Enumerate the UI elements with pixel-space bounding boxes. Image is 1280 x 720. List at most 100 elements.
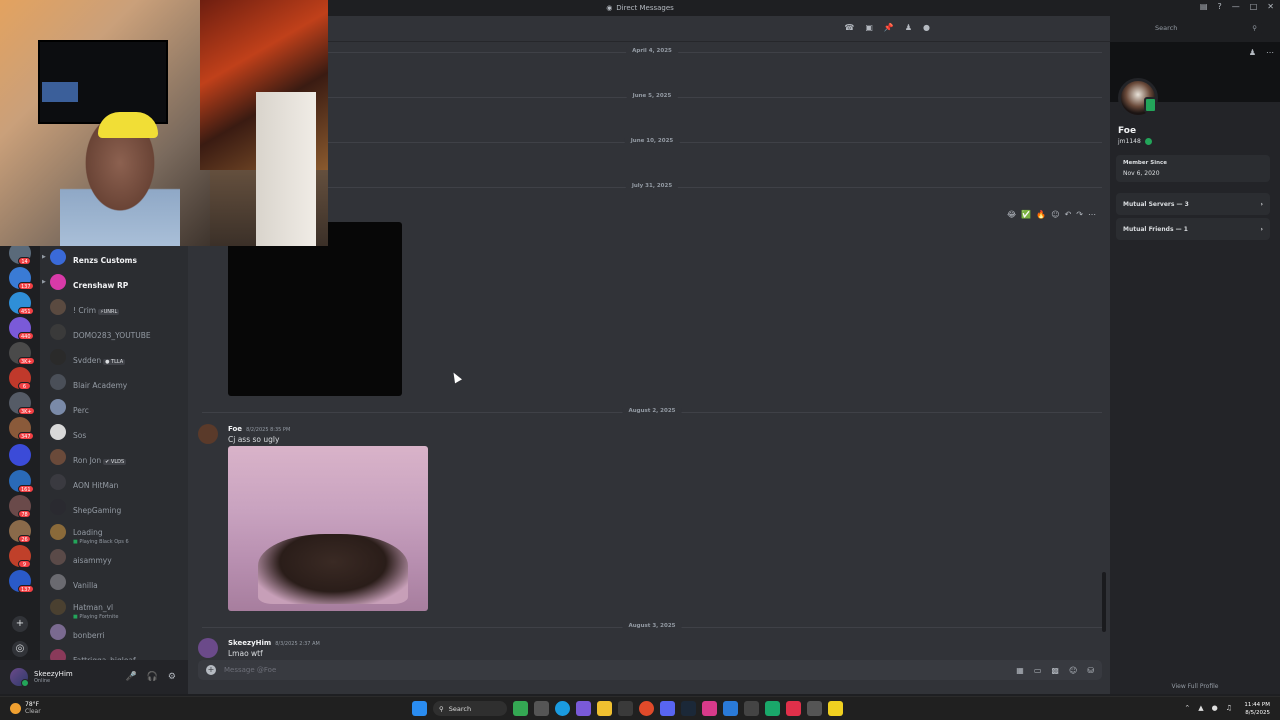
file-explorer-icon[interactable] <box>597 701 612 716</box>
dm-item[interactable]: Ron Jon ✔ VLDS <box>46 445 184 469</box>
network-icon[interactable]: ▲ <box>1198 704 1203 712</box>
dm-avatar <box>50 549 66 565</box>
store-icon[interactable] <box>618 701 633 716</box>
inbox-icon[interactable]: ▤ <box>1200 2 1208 11</box>
weather-widget[interactable]: 78°F Clear <box>10 701 41 715</box>
dm-item[interactable]: DOMO283_YOUTUBE <box>46 320 184 344</box>
forward-icon[interactable]: ↷ <box>1076 210 1083 219</box>
dm-item[interactable]: Loading ■ Playing Black Ops 6 <box>46 520 184 545</box>
dm-avatar <box>50 449 66 465</box>
dm-name: Ron Jon <box>73 455 102 465</box>
mention-badge: 78 <box>18 510 31 518</box>
minimize-button[interactable]: — <box>1232 2 1240 11</box>
message-input[interactable]: Message @Foe <box>224 666 276 674</box>
sticker-icon[interactable]: ▩ <box>1051 666 1059 675</box>
chevron-up-icon[interactable]: ⌃ <box>1184 704 1190 712</box>
server-icon[interactable] <box>9 444 31 466</box>
steam-icon[interactable] <box>681 701 696 716</box>
reaction-fire[interactable]: 🔥 <box>1036 210 1046 219</box>
photo-subject <box>258 534 408 604</box>
add-attachment-icon[interactable]: + <box>206 665 216 675</box>
maximize-button[interactable]: □ <box>1250 2 1258 11</box>
add-friend-icon[interactable]: ♟ <box>1249 48 1256 57</box>
dm-item[interactable]: aisammyy <box>46 545 184 569</box>
dm-item[interactable]: Svdden ● TLLA <box>46 345 184 369</box>
mutual-friends-row[interactable]: Mutual Friends — 1 › <box>1116 218 1270 240</box>
apps-icon[interactable]: ⛁ <box>1087 666 1094 675</box>
chevron-right-icon: › <box>1260 225 1263 233</box>
add-friends-icon[interactable]: ♟ <box>905 23 912 32</box>
dm-item[interactable]: Vanilla <box>46 570 184 594</box>
copilot-icon[interactable] <box>576 701 591 716</box>
phone-call-icon[interactable]: ☎ <box>844 23 854 32</box>
dm-avatar <box>50 399 66 415</box>
mention-badge: 3K+ <box>18 357 35 365</box>
help-icon[interactable]: ? <box>1217 2 1221 11</box>
reaction-check[interactable]: ✅ <box>1021 210 1031 219</box>
dm-item[interactable]: ▶ Crenshaw RP <box>42 270 184 294</box>
message-avatar[interactable] <box>198 424 218 444</box>
gift-icon[interactable]: ▦ <box>1016 666 1024 675</box>
user-avatar[interactable] <box>10 668 29 687</box>
pin-icon[interactable]: 📌 <box>884 23 894 32</box>
message-author[interactable]: SkeezyHim <box>228 639 271 647</box>
video-call-icon[interactable]: ▣ <box>865 23 873 32</box>
dm-item[interactable]: ▶ Renzs Customs <box>42 245 184 269</box>
reaction-laugh[interactable]: 😂 <box>1007 210 1016 219</box>
reply-icon[interactable]: ↶ <box>1065 210 1072 219</box>
chatgpt-icon[interactable] <box>744 701 759 716</box>
dm-name: ShepGaming <box>73 505 122 515</box>
widgets-icon[interactable] <box>513 701 528 716</box>
message-composer[interactable]: + Message @Foe ▦ ▭ ▩ ☺ ⛁ <box>198 660 1102 680</box>
headphones-icon[interactable]: 🎧 <box>147 672 158 682</box>
more-options-icon[interactable]: ⋯ <box>1266 48 1274 57</box>
close-button[interactable]: ✕ <box>1267 2 1274 11</box>
taskbar-search[interactable]: ⚲ Search <box>433 701 507 716</box>
dm-item[interactable]: Perc <box>46 395 184 419</box>
mutual-servers-row[interactable]: Mutual Servers — 3 › <box>1116 193 1270 215</box>
app-icon[interactable] <box>723 701 738 716</box>
user-profile-icon[interactable]: ● <box>923 23 930 32</box>
dm-item[interactable]: Hatman_vl ■ Playing Fortnite <box>46 595 184 620</box>
microphone-icon[interactable]: 🎤 <box>125 672 136 682</box>
speaker-icon[interactable]: ♫ <box>1226 704 1232 712</box>
taskbar-clock[interactable]: 11:44 PM 8/5/2025 <box>1244 701 1270 717</box>
mic-icon[interactable]: ● <box>1212 704 1218 712</box>
edge-icon[interactable] <box>555 701 570 716</box>
windows-start-icon[interactable] <box>412 701 427 716</box>
more-options-icon[interactable]: ⋯ <box>1088 210 1096 219</box>
add-server-icon[interactable]: + <box>12 616 28 632</box>
message-avatar[interactable] <box>198 638 218 658</box>
media-attachment-photo[interactable] <box>228 446 428 611</box>
media-attachment-black[interactable] <box>228 222 402 396</box>
dm-item[interactable]: ShepGaming <box>46 495 184 519</box>
discord-taskbar-icon[interactable] <box>660 701 675 716</box>
dm-item[interactable]: bonberri <box>46 620 184 644</box>
dm-item[interactable]: ! Crim ⚡UNRL <box>46 295 184 319</box>
chat-scrollbar[interactable] <box>1102 572 1106 632</box>
search-input[interactable]: Search ⚲ <box>1150 21 1262 35</box>
dm-name: Vanilla <box>73 580 98 590</box>
dm-name: Hatman_vl <box>73 602 114 612</box>
instagram-icon[interactable] <box>702 701 717 716</box>
discover-icon[interactable]: ◎ <box>12 641 28 657</box>
view-full-profile-link[interactable]: View Full Profile <box>1110 683 1280 690</box>
app-gray-icon[interactable] <box>807 701 822 716</box>
emoji-icon[interactable]: ☺ <box>1069 666 1077 675</box>
dm-item[interactable]: Sos <box>46 420 184 444</box>
dm-item[interactable]: Blair Academy <box>46 370 184 394</box>
settings-gear-icon[interactable]: ⚙ <box>168 672 176 682</box>
chrome-icon[interactable] <box>639 701 654 716</box>
dm-avatar <box>50 249 66 265</box>
dm-item[interactable]: AON HitMan <box>46 470 184 494</box>
window-controls: ▤ ? — □ ✕ <box>1200 2 1274 11</box>
dm-activity: ■ Playing Fortnite <box>73 613 119 620</box>
tiktok-icon[interactable] <box>786 701 801 716</box>
profile-avatar[interactable] <box>1118 78 1158 118</box>
gif-icon[interactable]: ▭ <box>1034 666 1042 675</box>
sticky-notes-icon[interactable] <box>828 701 843 716</box>
app-green-icon[interactable] <box>765 701 780 716</box>
task-view-icon[interactable] <box>534 701 549 716</box>
message-author[interactable]: Foe <box>228 425 242 433</box>
add-reaction-icon[interactable]: ☺ <box>1051 210 1059 219</box>
